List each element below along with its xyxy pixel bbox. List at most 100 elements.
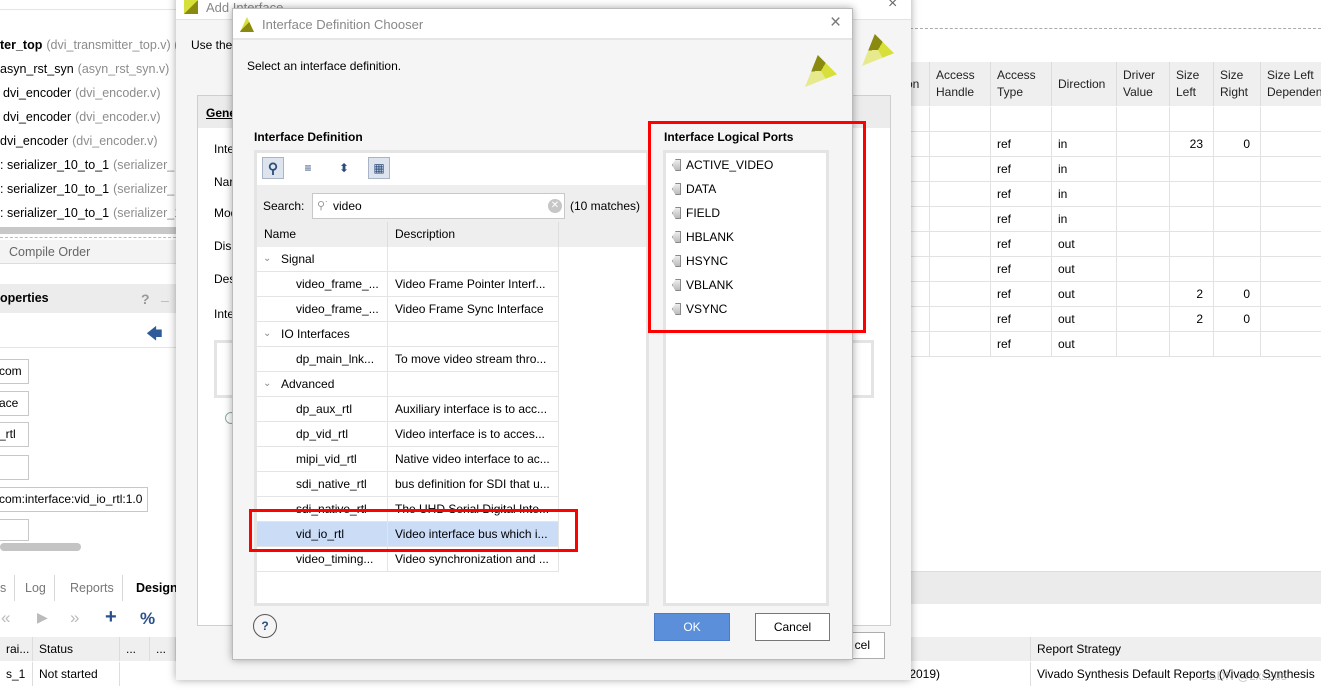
property-field[interactable]: com — [0, 359, 29, 384]
ports-column-header[interactable]: Size Right — [1214, 62, 1261, 106]
ports-table-cell: 0 — [1214, 282, 1261, 307]
ports-table-cell: ref — [991, 207, 1052, 232]
definition-row[interactable]: dp_aux_rtl Auxiliary interface is to acc.… — [257, 397, 559, 422]
close-icon[interactable]: × — [888, 0, 897, 13]
ports-table-cell — [1261, 307, 1321, 332]
properties-title: operties — [0, 291, 49, 305]
ports-table-cell — [930, 332, 991, 357]
port-icon — [672, 159, 681, 171]
minimize-icon[interactable]: _ — [161, 287, 169, 303]
port-name: ACTIVE_VIDEO — [686, 158, 774, 172]
definition-description — [388, 322, 559, 347]
definition-name: dp_vid_rtl — [296, 427, 349, 441]
column-header-description[interactable]: Description — [388, 222, 559, 247]
tree-scrollbar[interactable] — [0, 227, 176, 234]
definition-row[interactable]: sdi_native_rtl bus definition for SDI tha… — [257, 472, 559, 497]
definition-row[interactable]: mipi_vid_rtl Native video interface to ac… — [257, 447, 559, 472]
ports-table-cell: ref — [991, 282, 1052, 307]
ports-column-header[interactable]: Access Handle — [930, 62, 991, 106]
ports-table-cell — [930, 282, 991, 307]
ports-column-header[interactable]: Driver Value — [1117, 62, 1170, 106]
tree-item[interactable]: : serializer_10_to_1 (serializer_ — [0, 153, 174, 177]
hierarchy-icon[interactable]: ▦ — [368, 157, 390, 179]
definition-row[interactable]: dp_vid_rtl Video interface is to acces... — [257, 422, 559, 447]
tree-item[interactable]: asyn_rst_syn (asyn_rst_syn.v) — [0, 57, 169, 81]
definition-description: Video interface bus which i... — [388, 522, 559, 547]
ports-column-header[interactable]: Direction — [1052, 62, 1117, 106]
clear-search-icon[interactable]: ✕ — [548, 199, 562, 213]
search-input[interactable]: ⚲˙ video ✕ — [312, 193, 565, 219]
port-name: VBLANK — [686, 278, 734, 292]
tree-item[interactable]: ter_top (dvi_transmitter_top.v) (8 — [0, 33, 185, 57]
definition-description — [388, 372, 559, 397]
help-button[interactable]: ? — [253, 614, 277, 638]
run-icon[interactable]: ▶ — [37, 609, 48, 626]
runs-column-header[interactable]: Status — [33, 637, 120, 661]
expand-all-icon[interactable]: ⬍ — [333, 157, 355, 179]
tab-compile-order[interactable]: Compile Order — [0, 240, 176, 264]
definition-name: Signal — [281, 252, 315, 266]
search-icon[interactable]: ⚲ — [262, 157, 284, 179]
property-field[interactable]: _rtl — [0, 422, 29, 447]
tree-item[interactable]: dvi_encoder (dvi_encoder.v) — [0, 129, 158, 153]
definition-row[interactable]: video_timing... Video synchronization and… — [257, 547, 559, 572]
definition-name-cell: sdi_native_rtl — [257, 497, 388, 522]
last-icon[interactable]: » — [70, 608, 79, 628]
tab-log[interactable]: Log — [17, 575, 55, 601]
logical-port-item[interactable]: ACTIVE_VIDEO — [672, 153, 773, 177]
close-icon[interactable]: × — [830, 12, 841, 34]
expand-chevron-icon[interactable]: ⌄ — [263, 372, 271, 396]
logical-port-item[interactable]: FIELD — [672, 201, 720, 225]
runs-column-header[interactable]: rai... — [0, 637, 33, 661]
expand-chevron-icon[interactable]: ⌄ — [263, 322, 271, 346]
cancel-button[interactable]: Cancel — [755, 613, 830, 641]
tree-item[interactable]: dvi_encoder (dvi_encoder.v) — [3, 105, 161, 129]
definition-name: dp_aux_rtl — [296, 402, 353, 416]
category-row[interactable]: ⌄ IO Interfaces — [257, 322, 559, 347]
interface-definition-chooser-dialog: Interface Definition Chooser × Select an… — [232, 8, 853, 660]
ports-column-header[interactable]: Size Left Dependen — [1261, 62, 1321, 106]
definition-row[interactable]: video_frame_... Video Frame Sync Interfac… — [257, 297, 559, 322]
definition-row[interactable]: dp_main_lnk... To move video stream thro.… — [257, 347, 559, 372]
search-glass-icon: ⚲˙ — [317, 200, 329, 212]
property-field[interactable] — [0, 455, 29, 480]
back-arrow-icon[interactable]: 🡄 — [146, 323, 163, 350]
properties-header: operties ? _ — [0, 284, 176, 313]
ports-column-header[interactable]: Access Type — [991, 62, 1052, 106]
logical-port-item[interactable]: VBLANK — [672, 273, 733, 297]
ports-table-cell — [930, 132, 991, 157]
definition-row[interactable]: sdi_native_rtl The UHD Serial Digital Int… — [257, 497, 559, 522]
property-field[interactable]: com:interface:vid_io_rtl:1.0 — [0, 487, 148, 512]
help-icon[interactable]: ? — [141, 291, 150, 307]
tab-reports[interactable]: Reports — [62, 575, 123, 601]
property-field[interactable] — [0, 519, 29, 541]
runs-column-header[interactable]: ... — [120, 637, 150, 661]
collapse-all-icon[interactable]: ≡ — [297, 157, 319, 179]
tab-s[interactable]: s — [0, 575, 16, 601]
logical-port-item[interactable]: HSYNC — [672, 249, 728, 273]
tree-item[interactable]: : serializer_10_to_1 (serializer_ — [0, 177, 174, 201]
properties-scrollbar[interactable] — [0, 543, 81, 551]
percent-icon[interactable]: % — [140, 609, 155, 629]
runs-column-header[interactable]: ... — [150, 637, 176, 661]
property-field[interactable]: ace — [0, 391, 29, 416]
expand-chevron-icon[interactable]: ⌄ — [263, 247, 271, 271]
column-header-name[interactable]: Name — [257, 222, 388, 247]
ok-button[interactable]: OK — [654, 613, 730, 641]
logical-port-item[interactable]: HBLANK — [672, 225, 734, 249]
category-row[interactable]: ⌄ Signal — [257, 247, 559, 272]
logical-port-item[interactable]: VSYNC — [672, 297, 727, 321]
ports-column-header[interactable]: Size Left — [1170, 62, 1214, 106]
file-name: (dvi_encoder.v) — [72, 134, 158, 148]
category-row[interactable]: ⌄ Advanced — [257, 372, 559, 397]
definition-row[interactable]: video_frame_... Video Frame Pointer Inter… — [257, 272, 559, 297]
add-icon[interactable]: + — [105, 606, 117, 629]
ports-table-cell — [1117, 282, 1170, 307]
tree-item[interactable]: dvi_encoder (dvi_encoder.v) — [3, 81, 161, 105]
definition-row[interactable]: vid_io_rtl Video interface bus which i... — [257, 522, 559, 547]
logical-port-item[interactable]: DATA — [672, 177, 716, 201]
tree-item[interactable]: : serializer_10_to_1 (serializer_1 — [0, 201, 181, 225]
ports-table-cell — [930, 307, 991, 332]
watermark: CSDN @zxs20s — [1200, 669, 1287, 683]
first-icon[interactable]: « — [1, 608, 10, 628]
